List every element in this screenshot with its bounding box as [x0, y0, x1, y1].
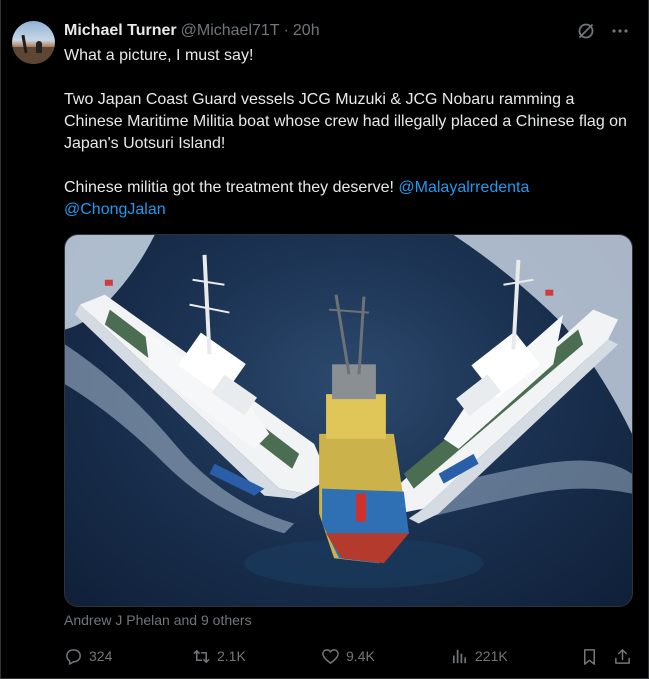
- liked-by-text[interactable]: Andrew J Phelan and 9 others: [64, 612, 252, 628]
- reply-button[interactable]: 324: [64, 645, 112, 667]
- top-right-actions: [576, 21, 630, 41]
- views-icon: [452, 649, 467, 663]
- share-button[interactable]: [613, 645, 632, 667]
- mention-link[interactable]: @Malayalrredenta: [398, 179, 529, 196]
- ships-photo: [65, 235, 632, 589]
- views-button[interactable]: 221K: [450, 645, 508, 667]
- author-name[interactable]: Michael Turner: [64, 22, 177, 40]
- tweet-card[interactable]: Michael Turner @Michael71T · 20h What a …: [0, 0, 649, 679]
- like-count: 9.4K: [346, 648, 375, 664]
- mention-link[interactable]: @ChongJalan: [64, 201, 166, 218]
- grok-slash-icon[interactable]: [576, 21, 596, 41]
- like-button[interactable]: 9.4K: [321, 645, 375, 667]
- reply-icon: [66, 648, 81, 665]
- repost-count: 2.1K: [217, 648, 246, 664]
- tweet-image[interactable]: [64, 234, 633, 607]
- tweet-text-line: Chinese militia got the treatment they d…: [64, 179, 394, 196]
- bookmark-icon: [583, 648, 596, 665]
- repost-button[interactable]: 2.1K: [192, 645, 246, 667]
- action-bar: 324 2.1K 9.4K 221K: [64, 645, 634, 667]
- author-handle[interactable]: @Michael71T: [181, 22, 280, 40]
- tweet-text-paragraph-2: Two Japan Coast Guard vessels JCG Muzuki…: [64, 91, 627, 152]
- avatar-landscape: [12, 46, 55, 64]
- bookmark-button[interactable]: [580, 645, 599, 667]
- tweet-text: What a picture, I must say! Two Japan Co…: [64, 45, 629, 221]
- avatar[interactable]: [12, 21, 55, 64]
- tweet-text-paragraph-3: Chinese militia got the treatment they d…: [64, 177, 629, 221]
- share-icon: [615, 648, 630, 664]
- reply-count: 324: [89, 648, 113, 664]
- separator-dot: ·: [283, 22, 289, 39]
- tweet-text-paragraph-1: What a picture, I must say!: [64, 47, 254, 64]
- heart-icon: [322, 648, 339, 664]
- tweet-header: Michael Turner @Michael71T · 20h: [64, 21, 320, 41]
- views-count: 221K: [475, 648, 508, 664]
- repost-icon: [193, 649, 210, 663]
- more-dots-icon[interactable]: [610, 21, 630, 41]
- avatar-figure: [36, 41, 42, 53]
- timestamp[interactable]: 20h: [293, 22, 320, 40]
